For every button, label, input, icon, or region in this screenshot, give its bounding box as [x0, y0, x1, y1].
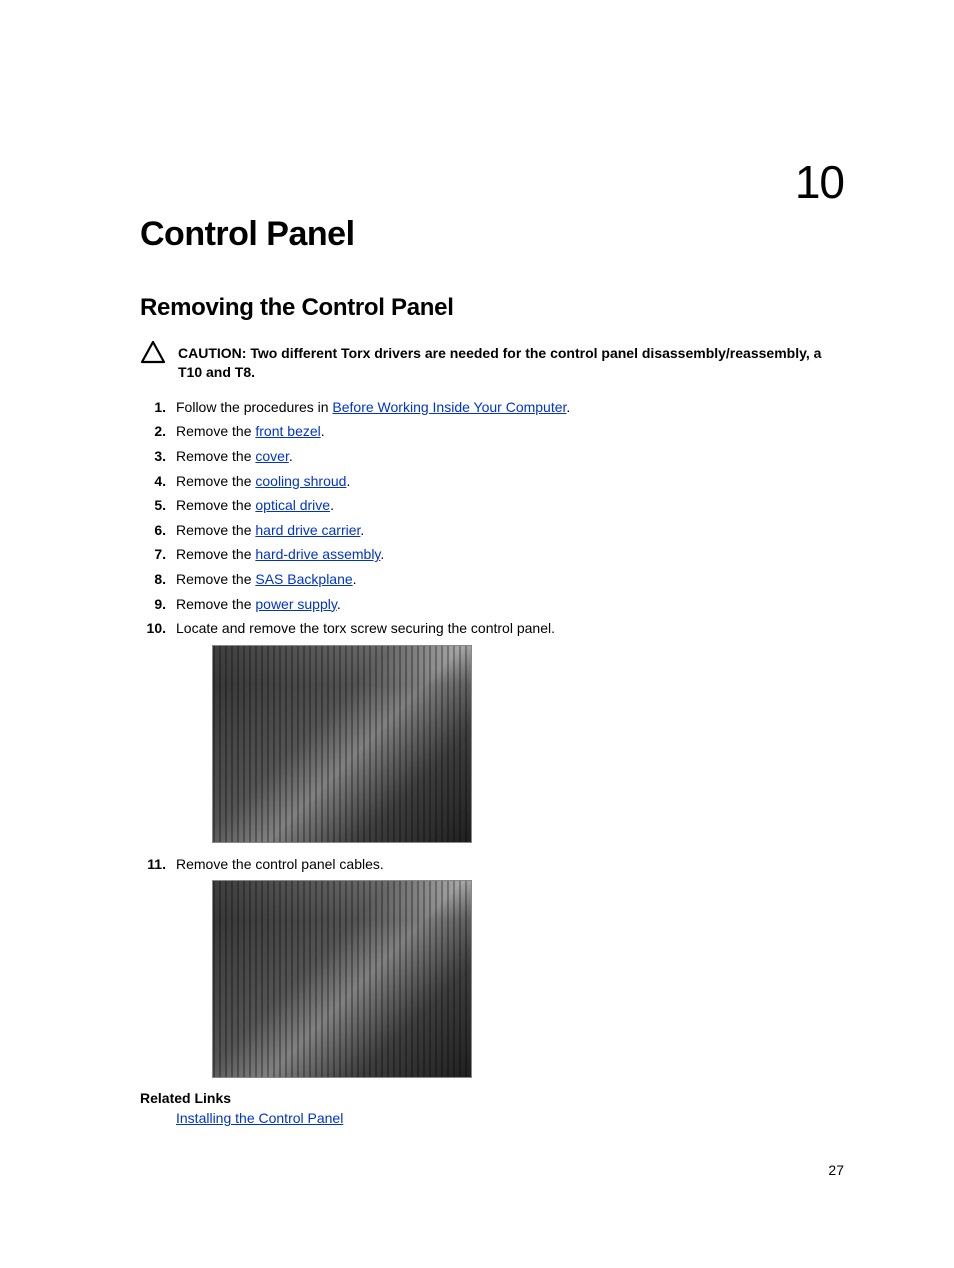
- step-text: Remove the: [176, 497, 255, 513]
- page-number: 27: [828, 1162, 844, 1178]
- step-item: Remove the cover.: [140, 447, 844, 467]
- step-link[interactable]: power supply: [255, 596, 336, 612]
- step-text: .: [289, 448, 293, 464]
- step-link[interactable]: cooling shroud: [255, 473, 346, 489]
- step-item: Remove the cooling shroud.: [140, 472, 844, 492]
- step-link[interactable]: hard-drive assembly: [255, 546, 380, 562]
- chapter-number: 10: [795, 155, 844, 209]
- step-text: Remove the control panel cables.: [176, 856, 384, 872]
- step-text: .: [566, 399, 570, 415]
- step-text: Remove the: [176, 596, 255, 612]
- related-links-heading: Related Links: [140, 1090, 844, 1106]
- step-item: Remove the control panel cables.: [140, 855, 844, 1079]
- step-text: Locate and remove the torx screw securin…: [176, 620, 555, 636]
- related-link[interactable]: Installing the Control Panel: [176, 1110, 343, 1126]
- chapter-title: Control Panel: [140, 215, 844, 254]
- step-image: [212, 645, 472, 843]
- step-item: Remove the hard-drive assembly.: [140, 545, 844, 565]
- step-item: Remove the hard drive carrier.: [140, 521, 844, 541]
- step-link[interactable]: hard drive carrier: [255, 522, 360, 538]
- step-text: .: [380, 546, 384, 562]
- step-link[interactable]: front bezel: [255, 423, 320, 439]
- step-text: .: [337, 596, 341, 612]
- step-text: Remove the: [176, 546, 255, 562]
- step-link[interactable]: cover: [255, 448, 288, 464]
- step-image: [212, 880, 472, 1078]
- step-text: .: [346, 473, 350, 489]
- caution-block: CAUTION: Two different Torx drivers are …: [140, 340, 844, 382]
- step-text: .: [353, 571, 357, 587]
- step-link[interactable]: SAS Backplane: [255, 571, 352, 587]
- step-link[interactable]: optical drive: [255, 497, 330, 513]
- step-item: Follow the procedures in Before Working …: [140, 398, 844, 418]
- step-text: Remove the: [176, 473, 255, 489]
- step-item: Remove the power supply.: [140, 595, 844, 615]
- step-text: .: [360, 522, 364, 538]
- step-text: Remove the: [176, 522, 255, 538]
- step-item: Remove the SAS Backplane.: [140, 570, 844, 590]
- step-item: Remove the front bezel.: [140, 422, 844, 442]
- step-text: .: [321, 423, 325, 439]
- step-text: Remove the: [176, 571, 255, 587]
- procedure-steps: Follow the procedures in Before Working …: [140, 398, 844, 1079]
- step-item: Remove the optical drive.: [140, 496, 844, 516]
- caution-icon: [140, 340, 166, 364]
- step-text: Remove the: [176, 448, 255, 464]
- step-text: .: [330, 497, 334, 513]
- step-link[interactable]: Before Working Inside Your Computer: [332, 399, 566, 415]
- caution-text: CAUTION: Two different Torx drivers are …: [178, 340, 844, 382]
- step-text: Remove the: [176, 423, 255, 439]
- section-title: Removing the Control Panel: [140, 294, 844, 322]
- step-text: Follow the procedures in: [176, 399, 332, 415]
- step-item: Locate and remove the torx screw securin…: [140, 619, 844, 843]
